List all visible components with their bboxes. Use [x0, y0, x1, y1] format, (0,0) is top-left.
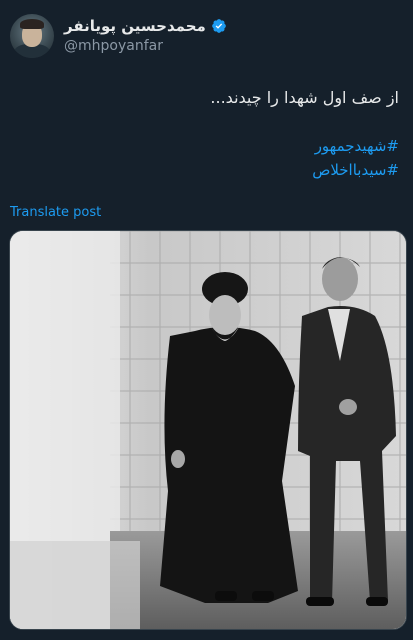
author-name-row: محمدحسین پویانفر	[64, 16, 227, 36]
tweet-header: محمدحسین پویانفر @mhpoyanfar	[10, 14, 403, 62]
hashtag-link[interactable]: #سیدبااخلاص	[19, 158, 399, 182]
avatar[interactable]	[10, 14, 54, 58]
tweet-text: از صف اول شهدا را چیدند...	[210, 88, 399, 107]
hashtag-link[interactable]: #شهیدجمهور	[19, 134, 399, 158]
hashtag-list: #شهیدجمهور #سیدبااخلاص	[19, 134, 399, 182]
author-name[interactable]: محمدحسین پویانفر	[64, 17, 206, 35]
avatar-hair	[20, 19, 44, 29]
author-handle[interactable]: @mhpoyanfar	[64, 38, 163, 54]
verified-badge-icon	[211, 19, 226, 33]
photo-scene	[10, 231, 406, 629]
translate-post-link[interactable]: Translate post	[10, 205, 101, 220]
tweet-photo[interactable]	[9, 230, 407, 630]
